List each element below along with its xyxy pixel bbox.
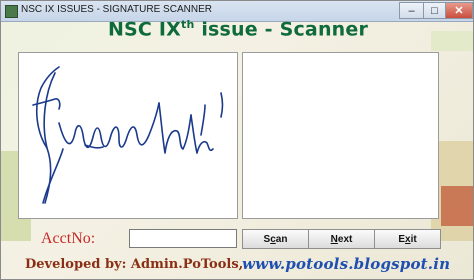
title-superscript: th — [181, 18, 195, 31]
exit-label-a: E — [398, 233, 405, 245]
scan-label-a: S — [263, 233, 271, 245]
minimize-button[interactable]: – — [399, 2, 423, 19]
title-suffix: issue - Scanner — [194, 18, 369, 41]
next-button[interactable]: Next — [308, 229, 375, 249]
developer-credit: Developed by: Admin.PoTools, — [25, 257, 244, 272]
background-decoration — [441, 186, 473, 226]
app-window: NSC IX ISSUES - SIGNATURE SCANNER – □ ✕ … — [0, 0, 474, 280]
maximize-button[interactable]: □ — [423, 2, 445, 19]
window-title: NSC IX ISSUES - SIGNATURE SCANNER — [21, 4, 212, 15]
signature-image — [32, 66, 224, 204]
page-title: NSC IXth issue - Scanner — [1, 18, 473, 41]
next-label-b: ext — [337, 233, 353, 245]
exit-label-b: it — [410, 233, 417, 245]
scan-button[interactable]: Sc an — [242, 229, 309, 249]
title-prefix: NSC IX — [107, 18, 181, 41]
signature-image-panel — [18, 52, 238, 219]
next-label-accel: N — [330, 233, 338, 245]
close-button[interactable]: ✕ — [445, 2, 473, 19]
app-icon — [5, 5, 18, 18]
website-link[interactable]: www.potools.blogspot.in — [242, 255, 450, 273]
preview-panel — [242, 52, 439, 219]
exit-button[interactable]: Ex it — [374, 229, 441, 249]
scan-label-b: an — [275, 233, 288, 245]
acct-no-label: AcctNo: — [41, 230, 96, 247]
acct-no-input[interactable] — [129, 229, 237, 248]
